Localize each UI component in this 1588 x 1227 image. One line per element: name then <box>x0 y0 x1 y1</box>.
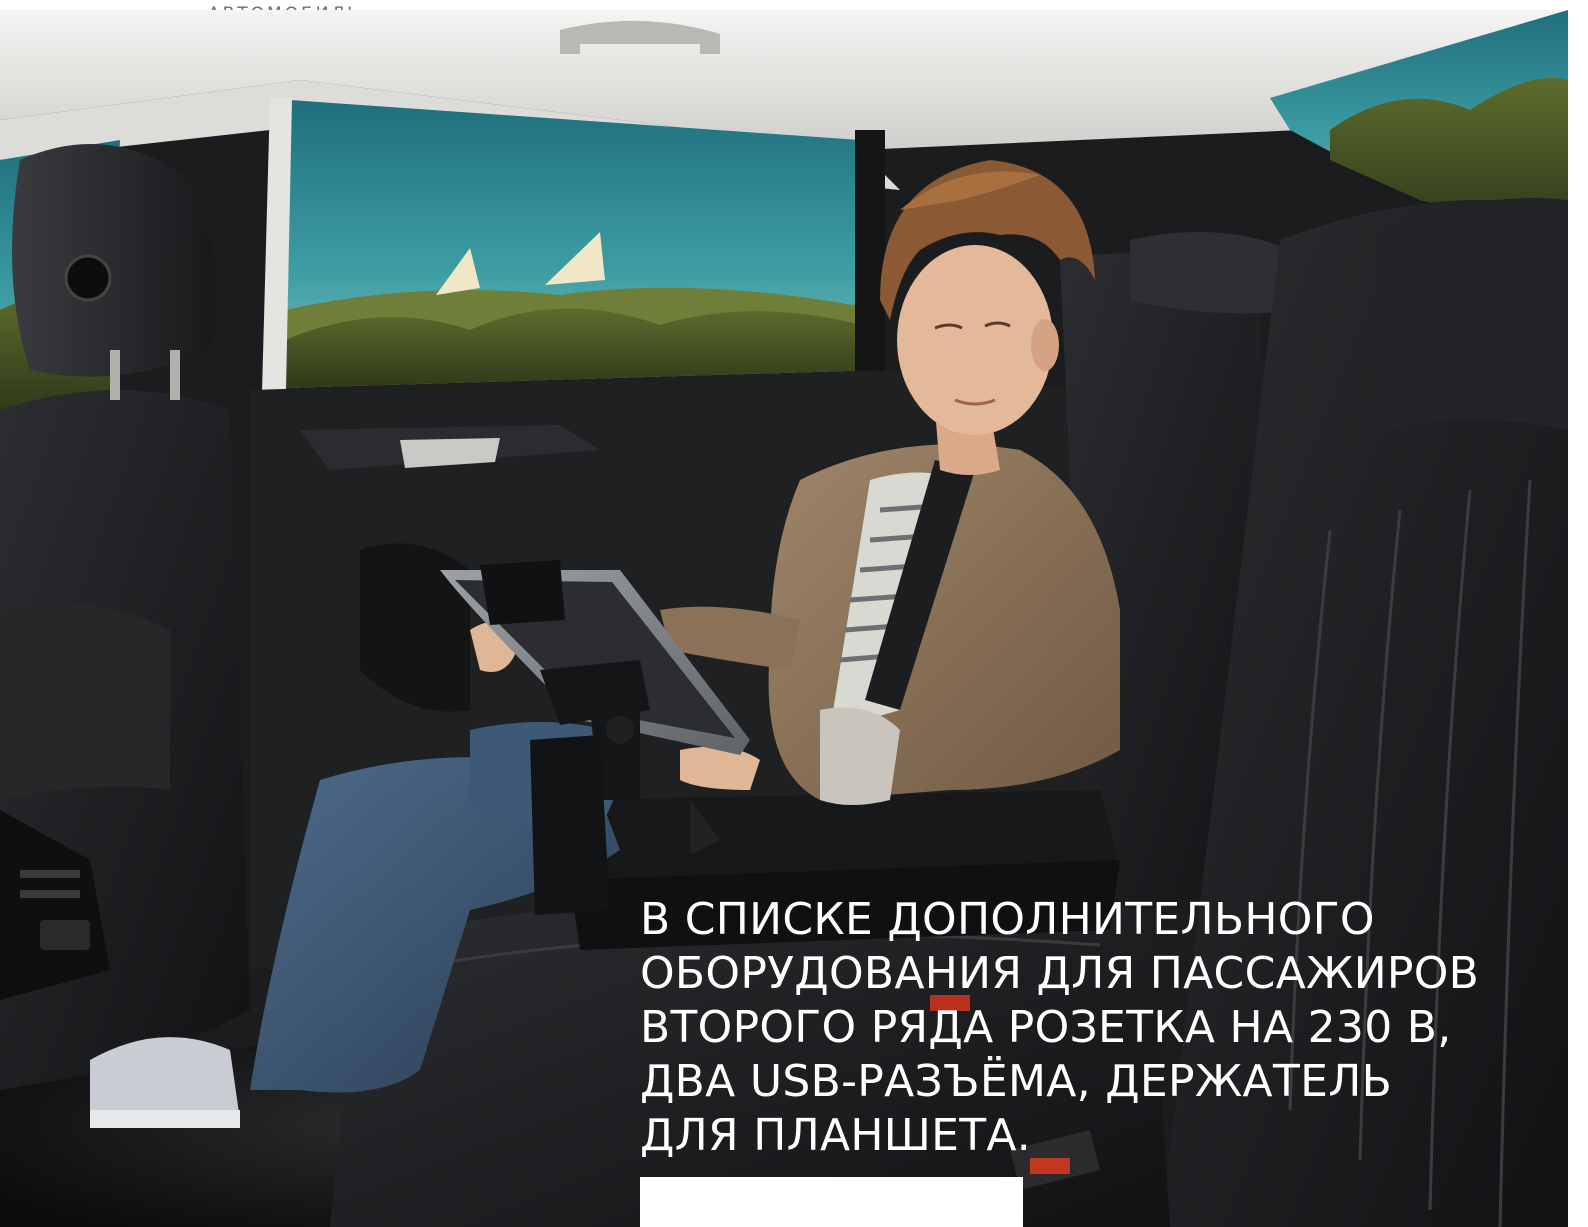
caption-line: ДЛЯ ПЛАНШЕТА. <box>640 1110 1032 1161</box>
caption-line: В СПИСКЕ ДОПОЛНИТЕЛЬНОГО <box>640 894 1375 945</box>
caption-line: ДВА USB-РАЗЪЁМА, ДЕРЖАТЕЛЬ <box>640 1056 1393 1107</box>
caption-text: В СПИСКЕ ДОПОЛНИТЕЛЬНОГО ОБОРУДОВАНИЯ ДЛ… <box>640 893 1540 1163</box>
caption-line: ОБОРУДОВАНИЯ ДЛЯ ПАССАЖИРОВ <box>640 948 1480 999</box>
caption-line: ВТОРОГО РЯДА РОЗЕТКА НА 230 В, <box>640 1002 1452 1053</box>
white-divider-block <box>640 1177 1023 1227</box>
